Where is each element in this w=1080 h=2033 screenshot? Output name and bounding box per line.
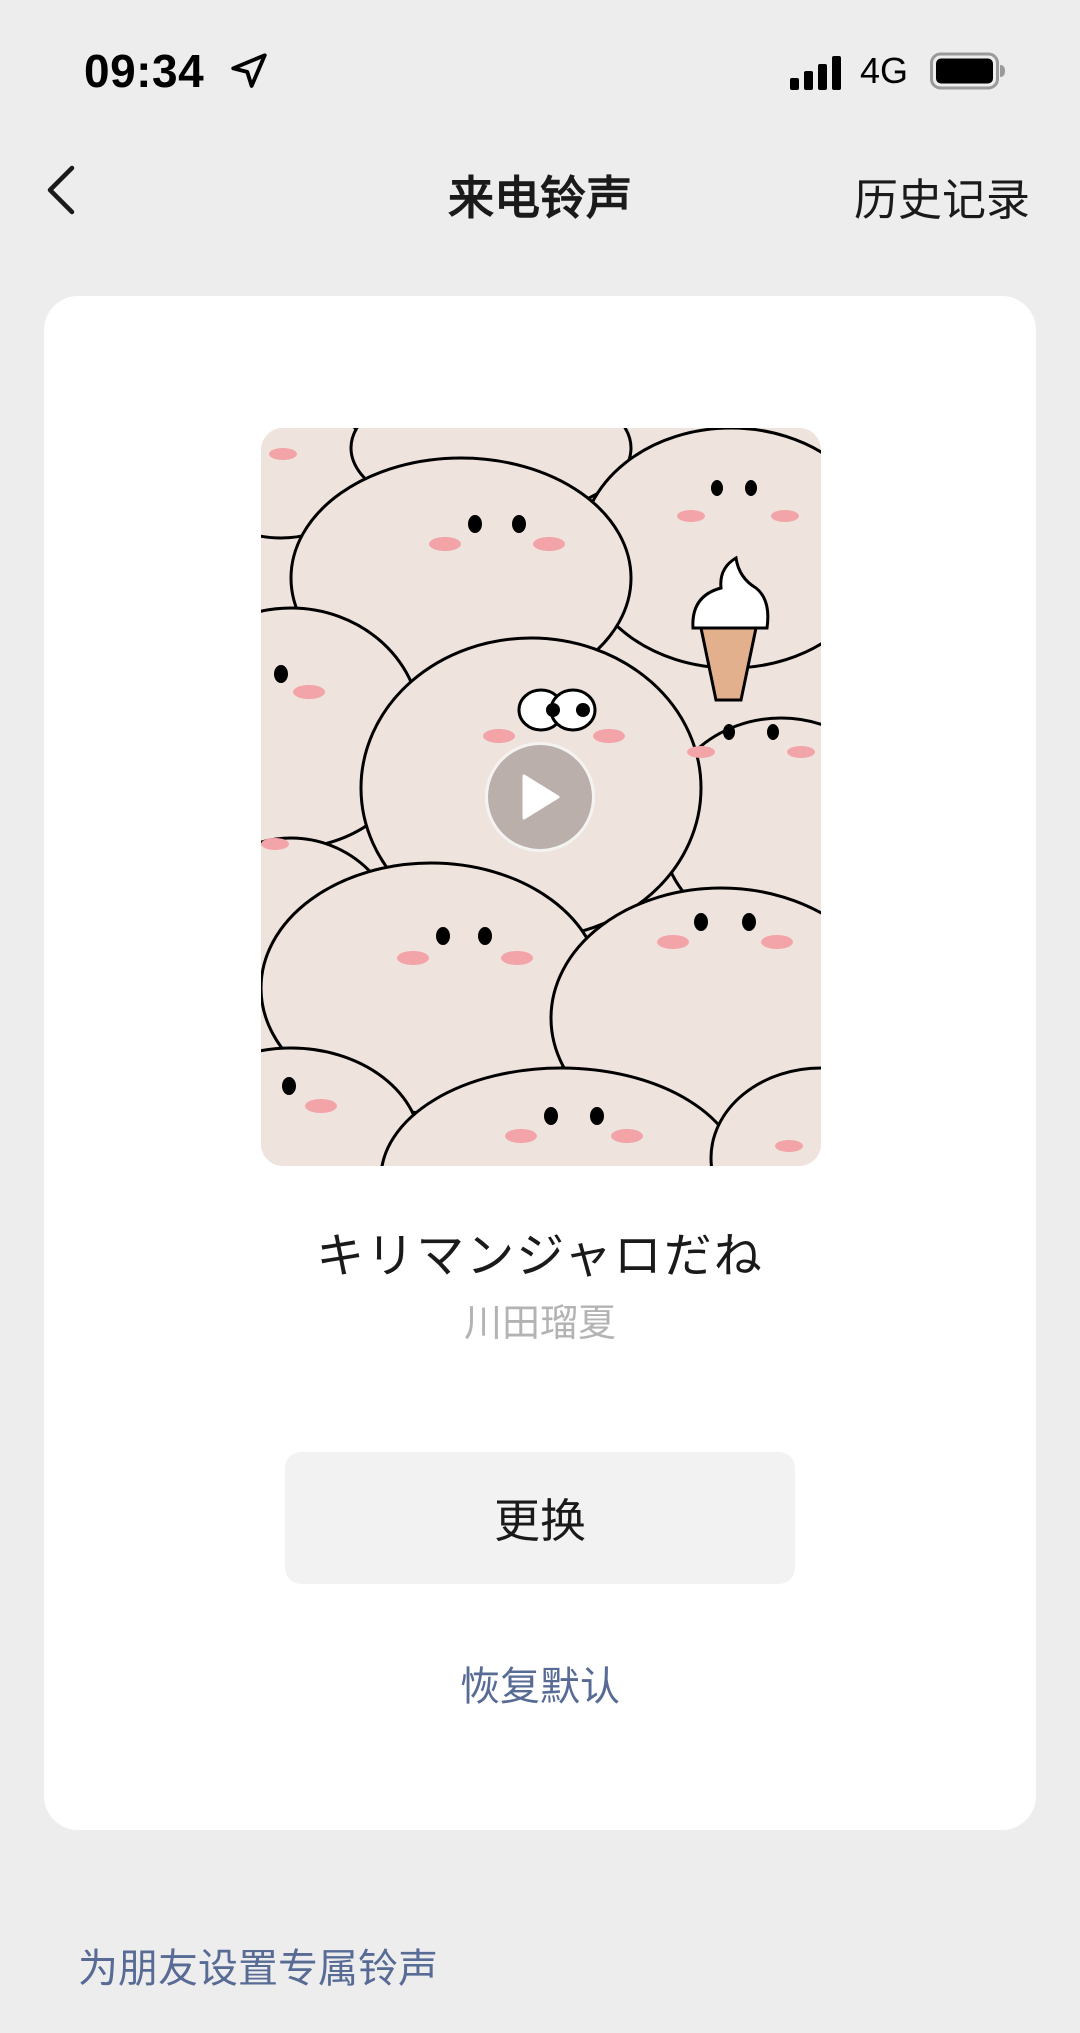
ringtone-title: キリマンジャロだね xyxy=(316,1228,764,1284)
play-icon xyxy=(522,774,560,820)
status-bar: 09:34 4G xyxy=(0,0,1080,140)
history-button[interactable]: 历史记录 xyxy=(854,164,1030,228)
change-button[interactable]: 更换 xyxy=(285,1452,795,1584)
signal-bars-icon xyxy=(790,56,841,90)
ringtone-artist: 川田瑠夏 xyxy=(463,1301,616,1345)
play-button[interactable] xyxy=(485,742,595,852)
location-arrow-icon xyxy=(231,53,267,88)
restore-default-button[interactable]: 恢复默认 xyxy=(44,1654,1036,1712)
nav-bar: 来电铃声 历史记录 xyxy=(0,140,1080,240)
ringtone-page: 09:34 4G 来电铃声 历史记录 キリマンジャロだね 川田瑠夏 更换 恢复默… xyxy=(0,0,1080,2033)
battery-icon xyxy=(930,52,1005,90)
network-label: 4G xyxy=(860,50,909,91)
ringtone-cover[interactable] xyxy=(261,428,821,1166)
ringtone-card: キリマンジャロだね 川田瑠夏 更换 恢复默认 xyxy=(44,296,1036,1830)
friend-ringtone-link[interactable]: 为朋友设置专属铃声 xyxy=(78,1936,438,1994)
status-time: 09:34 xyxy=(84,45,205,97)
